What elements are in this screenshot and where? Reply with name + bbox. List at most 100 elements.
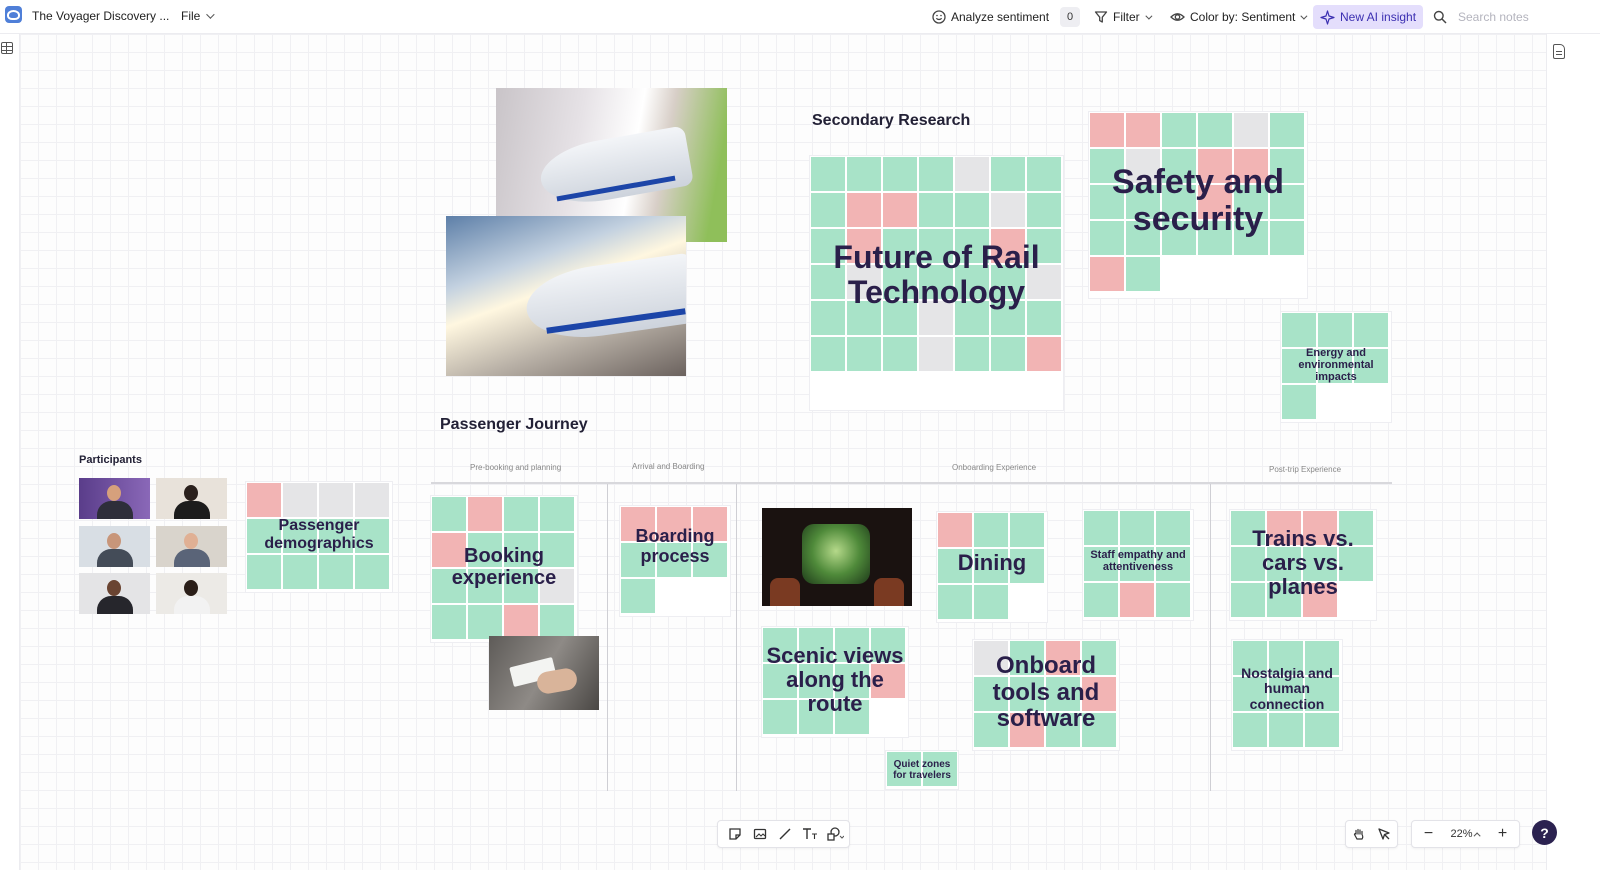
stage-divider (1210, 484, 1211, 791)
question-mark-icon: ? (1540, 824, 1549, 841)
table-view-icon[interactable] (1, 42, 13, 54)
cluster-title: Safety and security (1112, 162, 1284, 238)
help-button[interactable]: ? (1532, 820, 1557, 845)
zoom-in-button[interactable]: + (1490, 821, 1515, 847)
analyze-sentiment-button[interactable]: Analyze sentiment 0 (932, 6, 1081, 28)
cluster-staff-empathy[interactable]: Staff empathy and attentiveness (1083, 510, 1193, 620)
sparkle-icon (1320, 9, 1335, 25)
line-icon (779, 828, 790, 840)
cluster-title: Trains vs. cars vs. planes (1252, 525, 1354, 600)
analyze-sentiment-label: Analyze sentiment (951, 10, 1050, 24)
participant-avatar[interactable] (156, 478, 227, 519)
smiley-icon (932, 10, 946, 24)
cursor-icon (1377, 828, 1390, 840)
zoom-level-dropdown[interactable]: 22% (1450, 828, 1481, 840)
zoom-controls: − 22% + (1411, 820, 1520, 848)
color-by-label: Color by: Sentiment (1190, 10, 1296, 24)
cluster-title: Onboard tools and software (992, 652, 1100, 733)
chevron-down-icon (1145, 12, 1153, 20)
participant-avatar[interactable] (156, 526, 227, 567)
chevron-down-icon (206, 10, 216, 19)
stage-label: Arrival and Boarding (632, 462, 705, 471)
text-icon (802, 828, 817, 839)
filter-label: Filter (1113, 10, 1140, 24)
right-panel (1546, 34, 1600, 870)
cluster-onboard-tools[interactable]: Onboard tools and software (973, 640, 1119, 750)
filter-icon (1094, 11, 1108, 23)
cluster-title: Passenger demographics (264, 517, 374, 552)
select-tool[interactable] (1371, 821, 1396, 847)
left-panel (0, 34, 20, 870)
cluster-title: Dining (957, 549, 1027, 575)
creation-toolbar (717, 820, 850, 848)
cluster-boarding-process[interactable]: Boarding process (620, 506, 730, 616)
ticket-in-hand-image[interactable] (489, 636, 599, 710)
cluster-title: Staff empathy and attentiveness (1090, 548, 1186, 573)
mode-toolbar (1345, 820, 1398, 848)
journey-timeline (431, 482, 1392, 484)
cluster-trains-cars-planes[interactable]: Trains vs. cars vs. planes (1230, 510, 1376, 620)
hand-icon (1353, 828, 1363, 840)
search-icon (1433, 10, 1447, 24)
stage-label: Pre-booking and planning (470, 463, 562, 472)
chevron-up-icon (1473, 831, 1481, 839)
participant-avatar[interactable] (79, 573, 150, 614)
cluster-title: Scenic views along the route (766, 642, 904, 717)
minus-icon: − (1423, 825, 1434, 842)
cluster-booking-experience[interactable]: Booking experience (431, 496, 577, 642)
cluster-nostalgia[interactable]: Nostalgia and human connection (1232, 640, 1342, 750)
top-bar: The Voyager Discovery ... File Analyze s… (0, 0, 1600, 34)
participants-heading: Participants (79, 454, 142, 466)
participant-avatar[interactable] (79, 526, 150, 567)
cluster-passenger-demographics[interactable]: Passenger demographics (246, 482, 392, 592)
zoom-out-button[interactable]: − (1416, 821, 1441, 847)
search-notes[interactable]: Search notes (1433, 6, 1529, 28)
stage-divider (736, 484, 737, 791)
passenger-journey-heading: Passenger Journey (440, 416, 588, 433)
cluster-title: Quiet zones for travelers (893, 759, 951, 781)
sentiment-count-badge: 0 (1060, 7, 1081, 27)
secondary-research-heading: Secondary Research (812, 112, 971, 129)
cluster-title: Future of Rail Technology (833, 238, 1040, 310)
cluster-future-rail[interactable]: Future of Rail Technology (810, 156, 1063, 410)
shape-tool[interactable] (822, 821, 847, 847)
file-menu-label: File (181, 9, 201, 23)
cluster-scenic-views[interactable]: Scenic views along the route (762, 627, 908, 737)
whiteboard-canvas[interactable]: Secondary Research Passenger Journey Par… (20, 34, 1546, 870)
cluster-safety-security[interactable]: Safety and security (1089, 112, 1307, 298)
cluster-energy-environment[interactable]: Energy and environmental impacts (1281, 312, 1391, 422)
chevron-down-icon (1300, 12, 1308, 20)
color-by-dropdown[interactable]: Color by: Sentiment (1170, 6, 1308, 28)
pan-tool[interactable] (1346, 821, 1371, 847)
search-notes-placeholder: Search notes (1458, 10, 1529, 24)
file-menu[interactable]: File (181, 9, 216, 23)
image-tool[interactable] (747, 821, 772, 847)
eye-icon (1170, 13, 1185, 21)
cluster-title: Nostalgia and human connection (1241, 664, 1333, 712)
image-icon (753, 828, 766, 840)
sticky-note-icon (728, 828, 741, 840)
bullet-train-image[interactable] (446, 216, 686, 376)
board-title[interactable]: The Voyager Discovery ... (32, 9, 169, 23)
train-window-view-image[interactable] (762, 508, 912, 606)
filter-button[interactable]: Filter (1094, 6, 1153, 28)
cluster-dining[interactable]: Dining (937, 512, 1047, 622)
stage-divider (607, 484, 608, 791)
participant-avatar[interactable] (156, 573, 227, 614)
cluster-quiet-zones[interactable]: Quiet zones for travelers (886, 751, 958, 789)
line-tool[interactable] (772, 821, 797, 847)
cluster-title: Boarding process (635, 526, 715, 566)
cluster-title: Booking experience (451, 545, 557, 589)
participant-avatar[interactable] (79, 478, 150, 519)
app-logo-icon[interactable] (5, 6, 22, 23)
shapes-icon (826, 827, 844, 841)
plus-icon: + (1497, 825, 1508, 842)
new-ai-insight-label: New AI insight (1340, 10, 1417, 24)
notes-panel-icon[interactable] (1553, 44, 1565, 59)
new-ai-insight-button[interactable]: New AI insight (1313, 5, 1424, 29)
stage-label: Post-trip Experience (1269, 465, 1342, 474)
zoom-level: 22% (1450, 828, 1473, 840)
sticky-note-tool[interactable] (722, 821, 747, 847)
cluster-title: Energy and environmental impacts (1298, 346, 1374, 384)
text-tool[interactable] (797, 821, 822, 847)
